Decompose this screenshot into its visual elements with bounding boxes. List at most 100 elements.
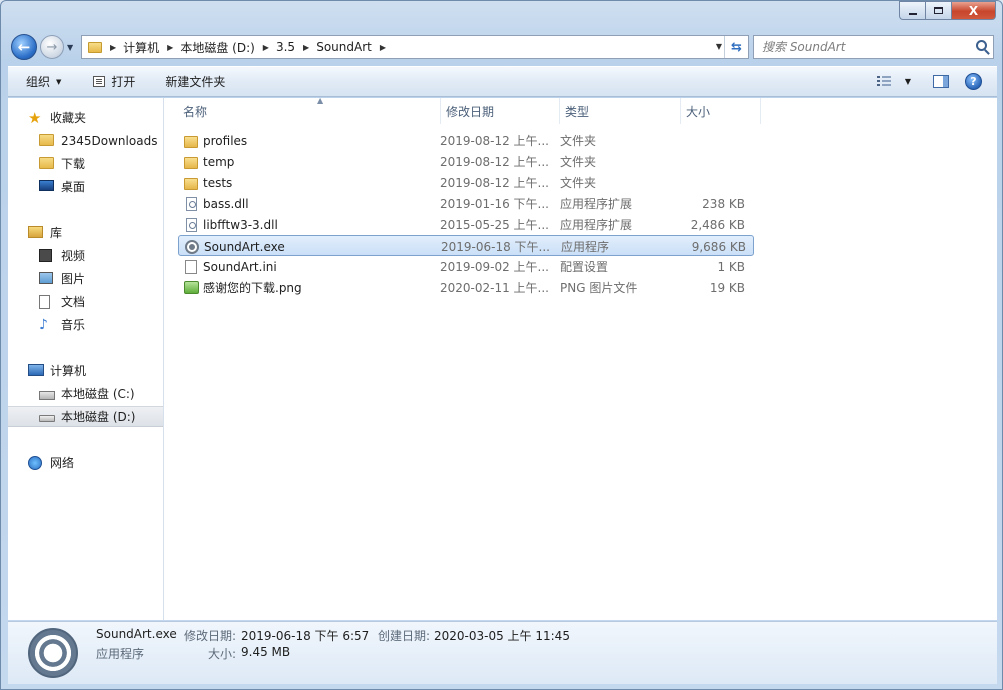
file-date: 2020-02-11 上午... (440, 281, 549, 295)
sidebar-item-libraries[interactable]: 库 (8, 222, 163, 243)
file-name: bass.dll (203, 196, 249, 211)
file-size: 2,486 KB (690, 217, 745, 232)
folder-icon (39, 133, 55, 148)
file-name: SoundArt.ini (203, 259, 277, 274)
file-size: 19 KB (709, 280, 745, 295)
sidebar-item-label: 计算机 (50, 364, 87, 378)
organize-menu[interactable]: 组织 ▼ (8, 67, 71, 96)
file-size (678, 151, 745, 172)
search-box[interactable] (753, 35, 994, 59)
sidebar-item-pictures[interactable]: 图片 (8, 268, 163, 289)
chevron-right-icon[interactable]: ▶ (303, 43, 309, 52)
file-row-temp[interactable]: temp 2019-08-12 上午... 文件夹 (178, 151, 754, 172)
file-row-bass-dll[interactable]: bass.dll 2019-01-16 下午... 应用程序扩展 238 KB (178, 193, 754, 214)
sidebar-item-label: 图片 (61, 272, 86, 286)
sidebar-item-downloads[interactable]: 下载 (8, 153, 163, 174)
breadcrumb-computer[interactable]: 计算机 (123, 39, 159, 56)
star-icon: ★ (28, 108, 42, 127)
address-history-dropdown[interactable]: ▼ (716, 42, 722, 51)
refresh-button[interactable]: ⇆ (724, 36, 748, 58)
chevron-right-icon[interactable]: ▶ (263, 43, 269, 52)
library-icon (28, 225, 44, 240)
back-button[interactable]: ← (11, 34, 37, 60)
file-name: profiles (203, 133, 248, 148)
breadcrumb-drive-d[interactable]: 本地磁盘 (D:) (180, 39, 254, 56)
details-created-label: 创建日期: (378, 629, 431, 643)
details-pane: SoundArt.exe 应用程序 修改日期: 2019-06-18 下午 6:… (8, 621, 997, 684)
open-button[interactable]: 打开 (71, 67, 145, 96)
forward-button[interactable]: → (40, 35, 64, 59)
file-type: 应用程序 (561, 240, 610, 254)
details-modified-value: 2019-06-18 下午 6:57 (241, 629, 370, 643)
sidebar-item-computer[interactable]: 计算机 (8, 360, 163, 381)
sidebar-item-network[interactable]: 网络 (8, 452, 163, 473)
open-icon (93, 76, 106, 87)
sidebar-item-drive-c[interactable]: 本地磁盘 (C:) (8, 383, 163, 404)
file-size (678, 172, 745, 193)
column-header-name[interactable]: 名称 ▲ (178, 96, 441, 124)
column-header-size[interactable]: 大小 (681, 98, 761, 124)
network-icon (28, 455, 44, 470)
details-modified-label: 修改日期: (184, 629, 237, 643)
breadcrumb-soundart[interactable]: SoundArt (316, 40, 372, 54)
breadcrumb-3-5[interactable]: 3.5 (276, 40, 295, 54)
file-type: 文件夹 (560, 155, 597, 169)
minimize-button[interactable] (899, 1, 925, 20)
preview-pane-icon[interactable] (933, 75, 949, 88)
file-date: 2015-05-25 上午... (440, 218, 549, 232)
address-bar[interactable]: ▶ 计算机 ▶ 本地磁盘 (D:) ▶ 3.5 ▶ SoundArt ▶ ▼ ⇆ (81, 35, 749, 59)
folder-icon (183, 175, 199, 191)
video-icon (39, 248, 55, 263)
chevron-down-icon: ▼ (56, 77, 62, 86)
open-label: 打开 (111, 75, 136, 89)
search-icon[interactable] (976, 40, 987, 51)
sidebar-item-documents[interactable]: 文档 (8, 291, 163, 312)
png-icon (183, 280, 199, 296)
file-row-thanks-png[interactable]: 感谢您的下载.png 2020-02-11 上午... PNG 图片文件 19 … (178, 277, 754, 298)
sidebar-item-label: 下载 (61, 157, 86, 171)
maximize-button[interactable] (925, 1, 951, 20)
file-date: 2019-06-18 下午... (441, 240, 550, 254)
maximize-icon (934, 7, 943, 14)
sidebar-item-label: 桌面 (61, 180, 86, 194)
picture-icon (39, 271, 55, 286)
folder-icon (183, 154, 199, 170)
sidebar-item-desktop[interactable]: 桌面 (8, 176, 163, 197)
navigation-bar: ← → ▼ ▶ 计算机 ▶ 本地磁盘 (D:) ▶ 3.5 ▶ SoundArt… (7, 31, 998, 63)
change-view-button[interactable]: ▼ (876, 76, 911, 87)
chevron-right-icon[interactable]: ▶ (380, 43, 386, 52)
chevron-right-icon[interactable]: ▶ (110, 43, 116, 52)
file-type: 文件夹 (560, 134, 597, 148)
sidebar-item-favorites[interactable]: ★ 收藏夹 (8, 107, 163, 128)
column-header-type[interactable]: 类型 (560, 98, 681, 124)
file-date: 2019-09-02 上午... (440, 260, 549, 274)
close-button[interactable]: X (951, 1, 996, 20)
file-size: 1 KB (717, 259, 745, 274)
sidebar-item-label: 视频 (61, 249, 86, 263)
back-arrow-icon: ← (17, 38, 31, 56)
chevron-right-icon[interactable]: ▶ (167, 43, 173, 52)
dll-icon (183, 196, 199, 212)
computer-icon (28, 363, 44, 378)
download-folder-icon (39, 156, 55, 171)
sidebar-item-label: 收藏夹 (50, 111, 87, 125)
column-header-date[interactable]: 修改日期 (441, 98, 560, 124)
details-file-kind: 应用程序 (96, 647, 145, 661)
sidebar-item-videos[interactable]: 视频 (8, 245, 163, 266)
file-row-profiles[interactable]: profiles 2019-08-12 上午... 文件夹 (178, 130, 754, 151)
new-folder-button[interactable]: 新建文件夹 (145, 67, 235, 96)
sidebar-item-2345downloads[interactable]: 2345Downloads (8, 130, 163, 151)
file-date: 2019-08-12 上午... (440, 134, 549, 148)
search-input[interactable] (762, 37, 972, 57)
recent-pages-dropdown[interactable]: ▼ (67, 43, 73, 52)
file-row-soundart-exe[interactable]: SoundArt.exe 2019-06-18 下午... 应用程序 9,686… (178, 235, 754, 256)
sidebar-item-music[interactable]: ♪ 音乐 (8, 314, 163, 335)
file-type: 应用程序扩展 (560, 218, 633, 232)
help-icon[interactable]: ? (965, 73, 982, 90)
file-row-tests[interactable]: tests 2019-08-12 上午... 文件夹 (178, 172, 754, 193)
file-type: 应用程序扩展 (560, 197, 633, 211)
file-row-libfftw3-dll[interactable]: libfftw3-3.dll 2015-05-25 上午... 应用程序扩展 2… (178, 214, 754, 235)
details-created-value: 2020-03-05 上午 11:45 (434, 629, 570, 643)
file-row-soundart-ini[interactable]: SoundArt.ini 2019-09-02 上午... 配置设置 1 KB (178, 256, 754, 277)
sidebar-item-drive-d[interactable]: 本地磁盘 (D:) (8, 406, 163, 427)
